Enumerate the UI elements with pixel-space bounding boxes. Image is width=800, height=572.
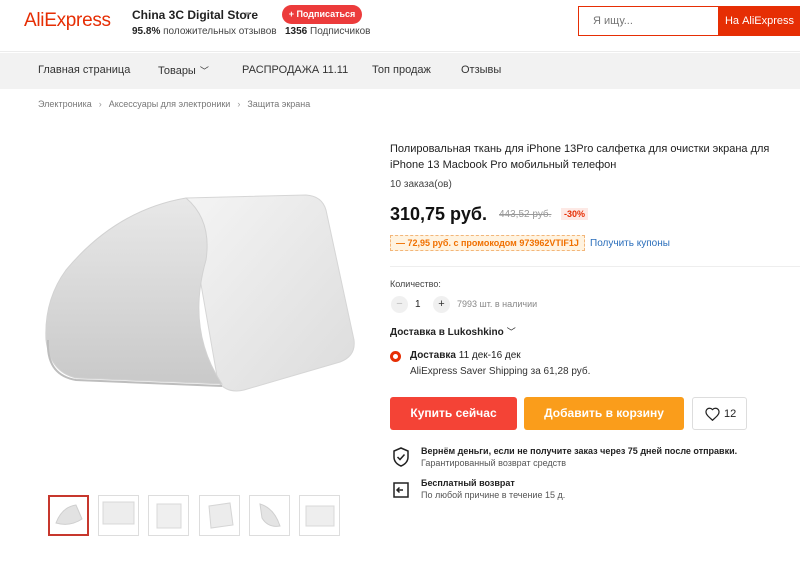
thumbnail[interactable]: [199, 495, 240, 536]
product-main-image[interactable]: [36, 150, 366, 440]
delivery-location-label: Доставка в Lukoshkino: [390, 327, 504, 338]
breadcrumb-item[interactable]: Электроника: [38, 99, 92, 109]
delivery-location-selector[interactable]: Доставка в Lukoshkino ﹀: [390, 325, 516, 338]
free-return-subtitle: По любой причине в течение 15 д.: [421, 490, 566, 500]
store-name[interactable]: China 3C Digital Store: [132, 8, 258, 22]
search-bar: На AliExpress: [578, 6, 800, 36]
delivery-label: Доставка: [410, 350, 456, 361]
positive-feedback-percent: 95.8%: [132, 26, 161, 37]
guarantee-title: Вернём деньги, если не получите заказ че…: [421, 446, 738, 456]
quantity-label: Количество:: [390, 279, 441, 289]
nav-products[interactable]: Товары ﹀: [158, 64, 209, 77]
thumbnail[interactable]: [98, 495, 139, 536]
positive-feedback-label: положительных отзывов: [163, 26, 277, 37]
promo-code-badge[interactable]: — 72,95 руб. с промокодом 973962VTIF1J: [390, 235, 585, 251]
quantity-increment-button[interactable]: +: [433, 296, 450, 313]
chevron-down-icon: ﹀: [199, 66, 209, 76]
thumbnail[interactable]: [249, 495, 290, 536]
breadcrumb-item[interactable]: Защита экрана: [247, 99, 310, 109]
quantity-decrement-button[interactable]: −: [391, 296, 408, 313]
heart-icon: [705, 407, 720, 421]
quantity-value[interactable]: 1: [415, 299, 421, 310]
shield-check-icon: [392, 447, 410, 472]
top-header: AliExpress China 3C Digital Store ▾ 95.8…: [0, 0, 800, 52]
subscribers-count: 1356: [285, 26, 308, 37]
old-price: 443,52 руб.: [499, 209, 552, 220]
aliexpress-logo[interactable]: AliExpress: [24, 10, 111, 32]
nav-reviews[interactable]: Отзывы: [461, 64, 501, 76]
shipping-method: AliExpress Saver Shipping за 61,28 руб.: [410, 366, 591, 377]
thumbnail[interactable]: [48, 495, 89, 536]
store-nav: Главная страница Товары ﹀ РАСПРОДАЖА 11.1…: [0, 53, 800, 89]
nav-top-sales[interactable]: Топ продаж: [372, 64, 431, 76]
buy-now-button[interactable]: Купить сейчас: [390, 397, 517, 430]
delivery-date-range: 11 дек-16 дек: [458, 350, 521, 361]
thumbnail[interactable]: [299, 495, 340, 536]
add-to-cart-button[interactable]: Добавить в корзину: [524, 397, 684, 430]
nav-products-label: Товары: [158, 65, 196, 77]
discount-badge: -30%: [561, 208, 589, 220]
subscribers-label: Подписчиков: [310, 26, 371, 37]
chevron-down-icon[interactable]: ▾: [245, 9, 250, 20]
get-coupons-link[interactable]: Получить купоны: [590, 238, 670, 249]
chevron-right-icon: ›: [98, 99, 102, 109]
guarantee-subtitle: Гарантированный возврат средств: [421, 458, 567, 468]
nav-home[interactable]: Главная страница: [38, 64, 130, 76]
search-button[interactable]: На AliExpress: [718, 6, 800, 36]
delivery-option-radio[interactable]: [390, 351, 401, 362]
divider: [390, 266, 800, 267]
subscribers: 1356 Подписчиков: [285, 26, 370, 37]
product-title: Полировальная ткань для iPhone 13Pro сал…: [390, 143, 770, 171]
breadcrumb-item[interactable]: Аксессуары для электроники: [109, 99, 231, 109]
wishlist-button[interactable]: 12: [692, 397, 747, 430]
return-box-icon: [392, 481, 410, 504]
thumbnail[interactable]: [148, 495, 189, 536]
chevron-right-icon: ›: [237, 99, 241, 109]
chevron-down-icon: ﹀: [506, 327, 516, 337]
positive-feedback: 95.8% положительных отзывов: [132, 26, 277, 37]
free-return-title: Бесплатный возврат: [421, 478, 515, 488]
orders-count: 10 заказа(ов): [390, 179, 452, 190]
breadcrumb: Электроника › Аксессуары для электроники › З…: [38, 99, 310, 109]
stock-count: 7993 шт. в наличии: [457, 299, 538, 309]
follow-button[interactable]: + Подписаться: [282, 5, 362, 24]
search-input[interactable]: [579, 7, 719, 35]
delivery-dates: Доставка 11 дек-16 дек: [410, 350, 521, 361]
wishlist-count: 12: [724, 408, 737, 420]
current-price: 310,75 руб.: [390, 204, 487, 224]
nav-sale[interactable]: РАСПРОДАЖА 11.11: [242, 64, 348, 76]
